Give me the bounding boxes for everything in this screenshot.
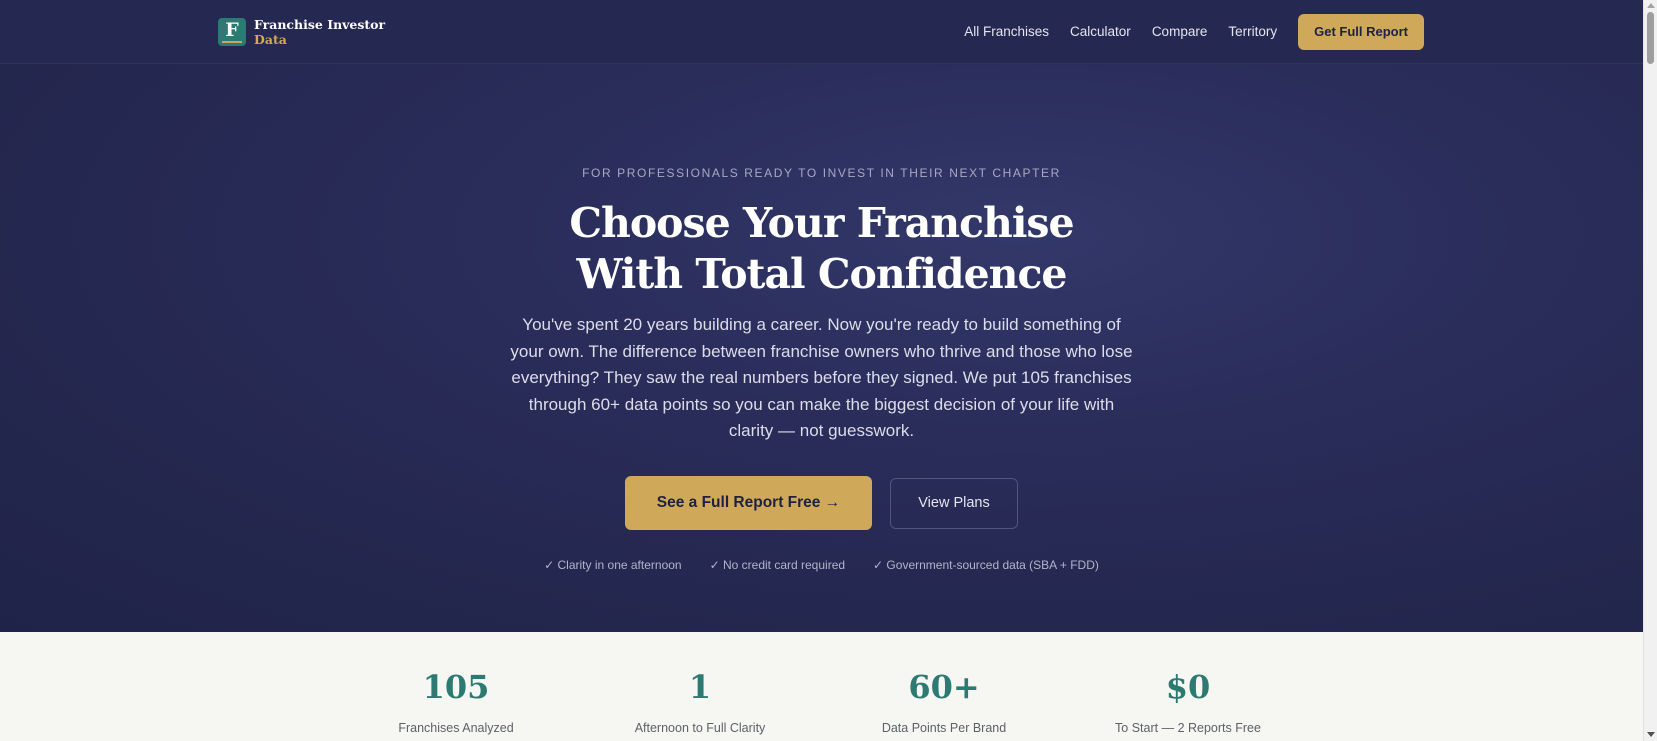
stat-to-start: $0 To Start — 2 Reports Free (1088, 668, 1288, 735)
hero-eyebrow: FOR PROFESSIONALS READY TO INVEST IN THE… (582, 166, 1061, 180)
brand-wordmark: Franchise Investor Data (254, 17, 385, 47)
trust-item-government-data: ✓ Government-sourced data (SBA + FDD) (873, 558, 1099, 572)
trust-item-clarity: ✓ Clarity in one afternoon (544, 558, 682, 572)
hero-cta-row: See a Full Report Free → View Plans (0, 476, 1643, 530)
trust-badges: ✓ Clarity in one afternoon ✓ No credit c… (0, 558, 1643, 572)
scroll-down-arrow-icon[interactable] (1647, 732, 1655, 737)
stat-value: 1 (688, 668, 712, 706)
stat-label: Data Points Per Brand (881, 721, 1007, 735)
page: F Franchise Investor Data All Franchises… (0, 0, 1643, 741)
stat-afternoon: 1 Afternoon to Full Clarity (600, 668, 800, 735)
brand-name: Franchise Investor (254, 17, 386, 32)
hero-description: You've spent 20 years building a career.… (510, 315, 1133, 440)
stat-value: 60+ (908, 668, 980, 706)
nav-link-calculator[interactable]: Calculator (1070, 14, 1131, 50)
page-scrollbar[interactable] (1643, 0, 1657, 741)
nav-link-compare[interactable]: Compare (1152, 14, 1208, 50)
stats-section: 105 Franchises Analyzed 1 Afternoon to F… (0, 632, 1643, 741)
brand-subtitle: Data (254, 32, 287, 47)
hero-headline: Choose Your Franchise With Total Confide… (0, 198, 1643, 300)
stat-label: Afternoon to Full Clarity (634, 721, 766, 735)
stat-value: $0 (1165, 668, 1211, 706)
scroll-thumb[interactable] (1647, 12, 1654, 64)
view-plans-button[interactable]: View Plans (890, 477, 1018, 529)
scroll-up-arrow-icon[interactable] (1647, 3, 1655, 8)
logo-mark-icon: F (218, 18, 246, 46)
brand-logo-link[interactable]: F Franchise Investor Data (218, 17, 385, 47)
get-full-report-button[interactable]: Get Full Report (1298, 14, 1424, 50)
top-nav: F Franchise Investor Data All Franchises… (0, 0, 1643, 64)
nav-link-all-franchises[interactable]: All Franchises (964, 14, 1049, 50)
hero-headline-line-2: With Total Confidence (576, 250, 1067, 298)
hero-headline-line-1: Choose Your Franchise (569, 199, 1074, 247)
stat-data-points: 60+ Data Points Per Brand (844, 668, 1044, 735)
stat-value: 105 (422, 668, 490, 706)
nav-link-territory[interactable]: Territory (1228, 14, 1277, 50)
see-full-report-free-button[interactable]: See a Full Report Free → (625, 476, 872, 530)
stat-label: To Start — 2 Reports Free (1115, 721, 1261, 735)
stat-label: Franchises Analyzed (398, 721, 514, 735)
trust-item-no-credit-card: ✓ No credit card required (709, 558, 846, 572)
logo-letter: F (225, 19, 239, 41)
stat-franchises-analyzed: 105 Franchises Analyzed (356, 668, 556, 735)
nav-links: All Franchises Calculator Compare Territ… (943, 14, 1424, 50)
hero-section: FOR PROFESSIONALS READY TO INVEST IN THE… (0, 64, 1643, 632)
logo-underline (222, 41, 242, 43)
